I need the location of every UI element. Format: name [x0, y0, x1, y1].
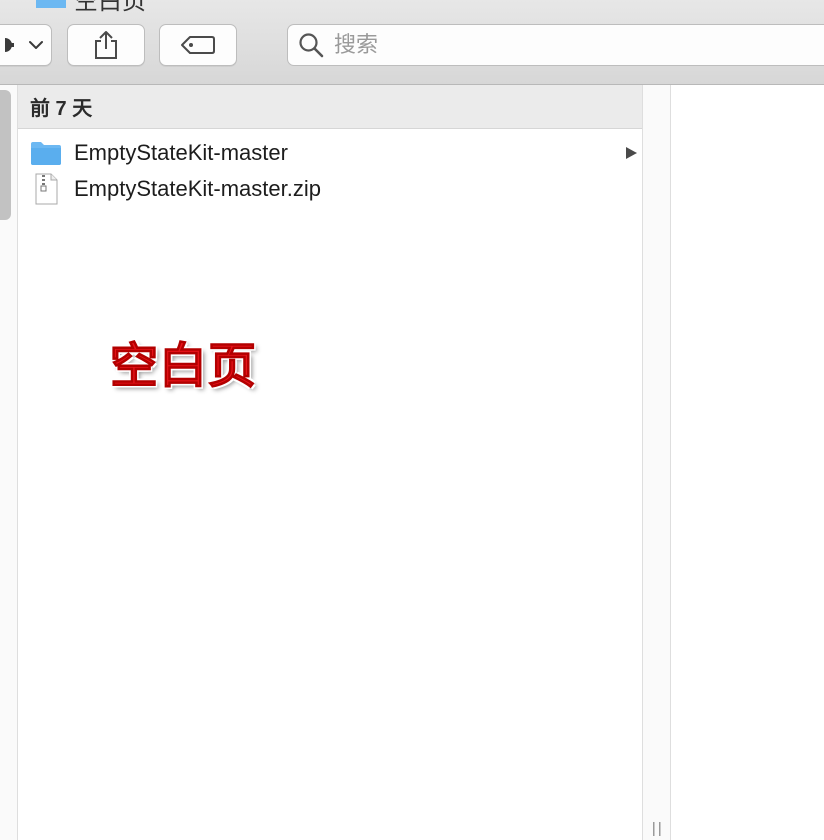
tag-icon: [181, 36, 215, 54]
annotation-label: 空白页: [109, 340, 258, 394]
vertical-scrollbar-thumb[interactable]: [0, 90, 11, 220]
column-resize-handle-icon[interactable]: [651, 822, 663, 836]
window-title-text: 空白页: [74, 0, 146, 15]
gear-icon: [5, 38, 14, 52]
toolbar: 空白页: [0, 0, 824, 85]
section-header: 前 7 天: [18, 85, 642, 129]
file-name: EmptyStateKit-master: [74, 140, 288, 165]
empty-next-column: [671, 85, 824, 840]
column-resize-strip[interactable]: [643, 85, 671, 840]
tag-button[interactable]: [159, 24, 237, 66]
browser-column: 前 7 天 EmptyStateKit-master EmptyStateKit…: [18, 85, 643, 840]
title-folder-icon: [36, 0, 66, 8]
share-icon: [95, 31, 117, 59]
chevron-down-icon: [29, 41, 43, 49]
search-field[interactable]: [287, 24, 824, 66]
search-icon: [299, 33, 324, 58]
list-item[interactable]: EmptyStateKit-master.zip: [18, 171, 642, 207]
zip-file-icon: [35, 173, 58, 205]
disclosure-triangle-icon[interactable]: [624, 146, 638, 160]
folder-icon: [31, 142, 61, 165]
finder-window: 空白页 搜索 前 7 天 EmptyStateKit-master EmptyS…: [0, 0, 824, 840]
file-name: EmptyStateKit-master.zip: [74, 176, 321, 201]
window-title: 空白页: [36, 0, 146, 15]
action-menu-button[interactable]: [0, 24, 52, 66]
list-item[interactable]: EmptyStateKit-master: [18, 135, 642, 171]
search-input[interactable]: [332, 31, 736, 59]
share-button[interactable]: [67, 24, 145, 66]
